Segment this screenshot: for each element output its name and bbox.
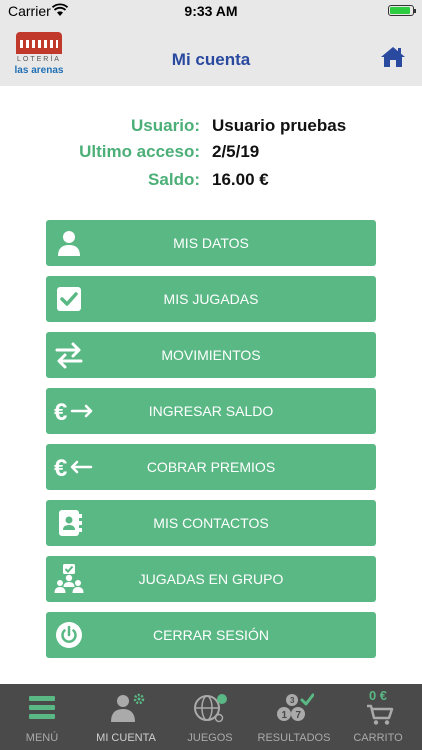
tab-games[interactable]: JUEGOS <box>168 684 252 750</box>
tab-games-label: JUEGOS <box>187 732 233 744</box>
user-value: Usuario pruebas <box>212 116 347 135</box>
svg-text:3: 3 <box>290 696 295 705</box>
info-row-balance: Saldo: 16.00 € <box>0 170 422 198</box>
home-icon[interactable] <box>380 46 406 68</box>
tab-bar: MENÚ MI CUENTA JUEGOS 3 1 7 RESULTADOS 0… <box>0 684 422 750</box>
movements-label: MOVIMIENTOS <box>161 347 261 363</box>
tab-menu-label: MENÚ <box>25 732 59 744</box>
logout-label: CERRAR SESIÓN <box>153 627 269 643</box>
tab-my-account[interactable]: MI CUENTA <box>84 684 168 750</box>
my-plays-label: MIS JUGADAS <box>163 291 259 307</box>
last-access-value: 2/5/19 <box>212 142 260 161</box>
collect-prizes-button[interactable]: € COBRAR PREMIOS <box>46 444 376 490</box>
balance-value: 16.00 € <box>212 170 269 189</box>
user-settings-icon <box>111 693 145 722</box>
my-contacts-button[interactable]: MIS CONTACTOS <box>46 500 376 546</box>
info-row-last-access: Ultimo acceso: 2/5/19 <box>0 142 422 170</box>
tab-my-account-label: MI CUENTA <box>96 732 156 744</box>
add-balance-button[interactable]: € INGRESAR SALDO <box>46 388 376 434</box>
logout-button[interactable]: CERRAR SESIÓN <box>46 612 376 658</box>
status-bar: Carrier 9:33 AM <box>0 0 422 22</box>
cart-icon <box>367 704 394 725</box>
balance-label: Saldo: <box>148 170 200 189</box>
collect-prizes-label: COBRAR PREMIOS <box>146 459 276 475</box>
nav-bar: LOTERÍA las arenas Mi cuenta <box>0 22 422 86</box>
svg-text:1: 1 <box>282 710 288 721</box>
tab-results-label: RESULTADOS <box>257 732 331 744</box>
tab-cart[interactable]: 0 € CARRITO <box>336 684 420 750</box>
lottery-globe-icon <box>194 694 227 723</box>
tab-cart-label: CARRITO <box>353 732 403 744</box>
tab-results[interactable]: 3 1 7 RESULTADOS <box>252 684 336 750</box>
hamburger-menu-icon <box>29 696 55 719</box>
cart-total: 0 € <box>368 688 388 703</box>
my-contacts-label: MIS CONTACTOS <box>153 515 269 531</box>
last-access-label: Ultimo acceso: <box>79 142 200 161</box>
add-balance-label: INGRESAR SALDO <box>148 403 274 419</box>
svg-text:7: 7 <box>296 710 302 721</box>
my-plays-button[interactable]: MIS JUGADAS <box>46 276 376 322</box>
group-plays-label: JUGADAS EN GRUPO <box>138 571 284 587</box>
lottery-balls-icon: 3 1 7 <box>277 693 314 721</box>
my-data-button[interactable]: MIS DATOS <box>46 220 376 266</box>
clock: 9:33 AM <box>184 3 238 19</box>
group-plays-button[interactable]: JUGADAS EN GRUPO <box>46 556 376 602</box>
page-title: Mi cuenta <box>171 50 251 69</box>
info-row-user: Usuario: Usuario pruebas <box>0 116 422 144</box>
user-label: Usuario: <box>131 116 200 135</box>
battery-icon <box>388 5 416 16</box>
tab-menu[interactable]: MENÚ <box>0 684 84 750</box>
movements-button[interactable]: MOVIMIENTOS <box>46 332 376 378</box>
my-data-label: MIS DATOS <box>173 235 249 251</box>
